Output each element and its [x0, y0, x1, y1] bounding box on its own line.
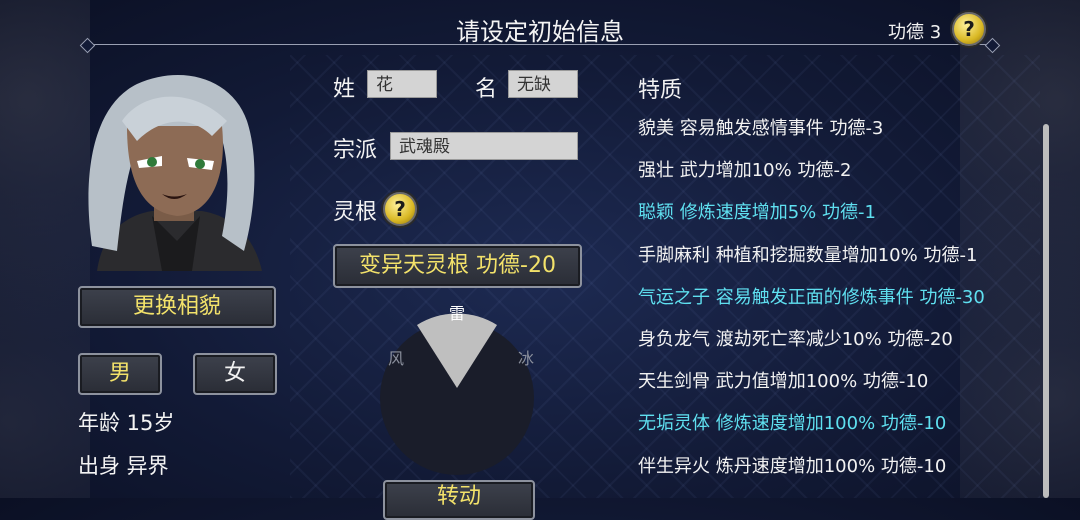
- surname-label: 姓: [333, 77, 356, 102]
- trait-item[interactable]: 气运之子 容易触发正面的修炼事件 功德-30: [638, 283, 985, 309]
- wheel-right-label: 冰: [518, 349, 534, 368]
- male-button[interactable]: 男: [78, 353, 162, 395]
- merit-counter: 功德 3: [888, 22, 942, 43]
- trait-item[interactable]: 聪颖 修炼速度增加5% 功德-1: [638, 198, 876, 224]
- left-decoration: [0, 0, 90, 498]
- female-button[interactable]: 女: [193, 353, 277, 395]
- trait-item[interactable]: 手脚麻利 种植和挖掘数量增加10% 功德-1: [638, 241, 977, 267]
- spirit-root-button[interactable]: 变异天灵根 功德-20: [333, 244, 582, 288]
- sect-input[interactable]: 武魂殿: [390, 132, 578, 160]
- surname-input[interactable]: 花: [367, 70, 437, 98]
- wheel-top-label: 雷: [449, 304, 465, 323]
- trait-item[interactable]: 貌美 容易触发感情事件 功德-3: [638, 114, 883, 140]
- trait-item[interactable]: 强壮 武力增加10% 功德-2: [638, 156, 851, 182]
- spin-button[interactable]: 转动: [383, 480, 535, 520]
- wheel-left-label: 风: [388, 349, 404, 368]
- name-input[interactable]: 无缺: [508, 70, 578, 98]
- title-divider: [88, 44, 992, 45]
- spirit-root-label: 灵根: [333, 200, 378, 225]
- element-wheel[interactable]: 雷 风 冰: [380, 300, 535, 490]
- change-face-button[interactable]: 更换相貌: [78, 286, 276, 328]
- origin-text: 出身 异界: [78, 454, 169, 478]
- trait-item[interactable]: 伴生异火 炼丹速度增加100% 功德-10: [638, 452, 946, 478]
- name-label: 名: [475, 77, 498, 102]
- traits-title: 特质: [638, 78, 683, 103]
- character-portrait: [88, 75, 262, 271]
- spirit-root-help-icon[interactable]: ?: [383, 192, 417, 226]
- trait-item[interactable]: 天生剑骨 武力值增加100% 功德-10: [638, 367, 928, 393]
- trait-item[interactable]: 身负龙气 渡劫死亡率减少10% 功德-20: [638, 325, 953, 351]
- age-text: 年龄 15岁: [78, 411, 175, 435]
- scrollbar[interactable]: [1043, 124, 1049, 498]
- sect-label: 宗派: [333, 138, 378, 163]
- right-decoration: [960, 0, 1080, 498]
- trait-item[interactable]: 无垢灵体 修炼速度增加100% 功德-10: [638, 409, 946, 435]
- help-icon[interactable]: ?: [952, 12, 986, 46]
